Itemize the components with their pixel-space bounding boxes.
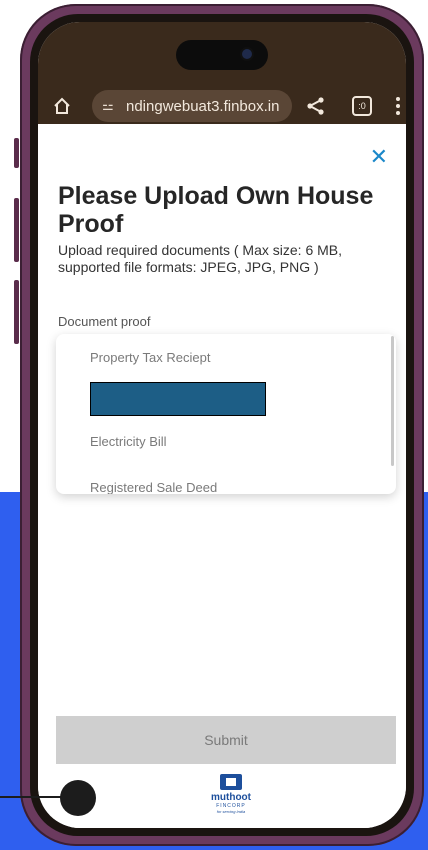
phone-side-button (14, 138, 19, 168)
dropdown-scrollbar[interactable] (391, 336, 394, 466)
close-icon[interactable]: ✕ (370, 144, 388, 170)
page-content: ✕ Please Upload Own House Proof Upload r… (38, 124, 406, 828)
option-property-tax-receipt[interactable]: Property Tax Reciept (90, 350, 210, 365)
site-settings-icon[interactable]: ⚍ (102, 98, 118, 114)
brand-mark-icon (220, 774, 242, 790)
submit-button[interactable]: Submit (56, 716, 396, 764)
address-bar[interactable]: ⚍ ndingwebuat3.finbox.in (92, 90, 292, 122)
muthoot-fincorp-logo: muthoot FINCORP for serving India (200, 774, 262, 824)
tabs-icon[interactable]: :0 (352, 96, 372, 116)
phone-screen: ⚍ ndingwebuat3.finbox.in :0 ✕ Please Upl… (38, 22, 406, 828)
document-proof-label: Document proof (58, 314, 151, 329)
camera-notch (176, 40, 268, 70)
page-subtitle: Upload required documents ( Max size: 6 … (58, 242, 343, 275)
option-electricity-bill[interactable]: Electricity Bill (90, 434, 167, 449)
share-icon[interactable] (306, 96, 326, 116)
page-title: Please Upload Own House Proof (58, 182, 374, 238)
more-menu-icon[interactable] (395, 96, 401, 116)
phone-bezel: ⚍ ndingwebuat3.finbox.in :0 ✕ Please Upl… (30, 14, 414, 836)
home-icon[interactable] (52, 96, 72, 116)
brand-tagline: for serving India (216, 809, 246, 814)
phone-volume-down-button (14, 280, 19, 344)
browser-toolbar: ⚍ ndingwebuat3.finbox.in :0 (38, 22, 406, 124)
url-text: ndingwebuat3.finbox.in (126, 97, 280, 115)
brand-name: muthoot (211, 792, 251, 803)
option-registered-sale-deed[interactable]: Registered Sale Deed (90, 480, 217, 494)
camera-icon (242, 49, 252, 59)
phone-frame: ⚍ ndingwebuat3.finbox.in :0 ✕ Please Upl… (20, 4, 424, 846)
document-type-dropdown[interactable]: Property Tax Reciept Electricity Bill Re… (56, 334, 396, 494)
phone-volume-up-button (14, 198, 19, 262)
redacted-option[interactable] (90, 382, 266, 416)
annotation-dot (60, 780, 96, 816)
